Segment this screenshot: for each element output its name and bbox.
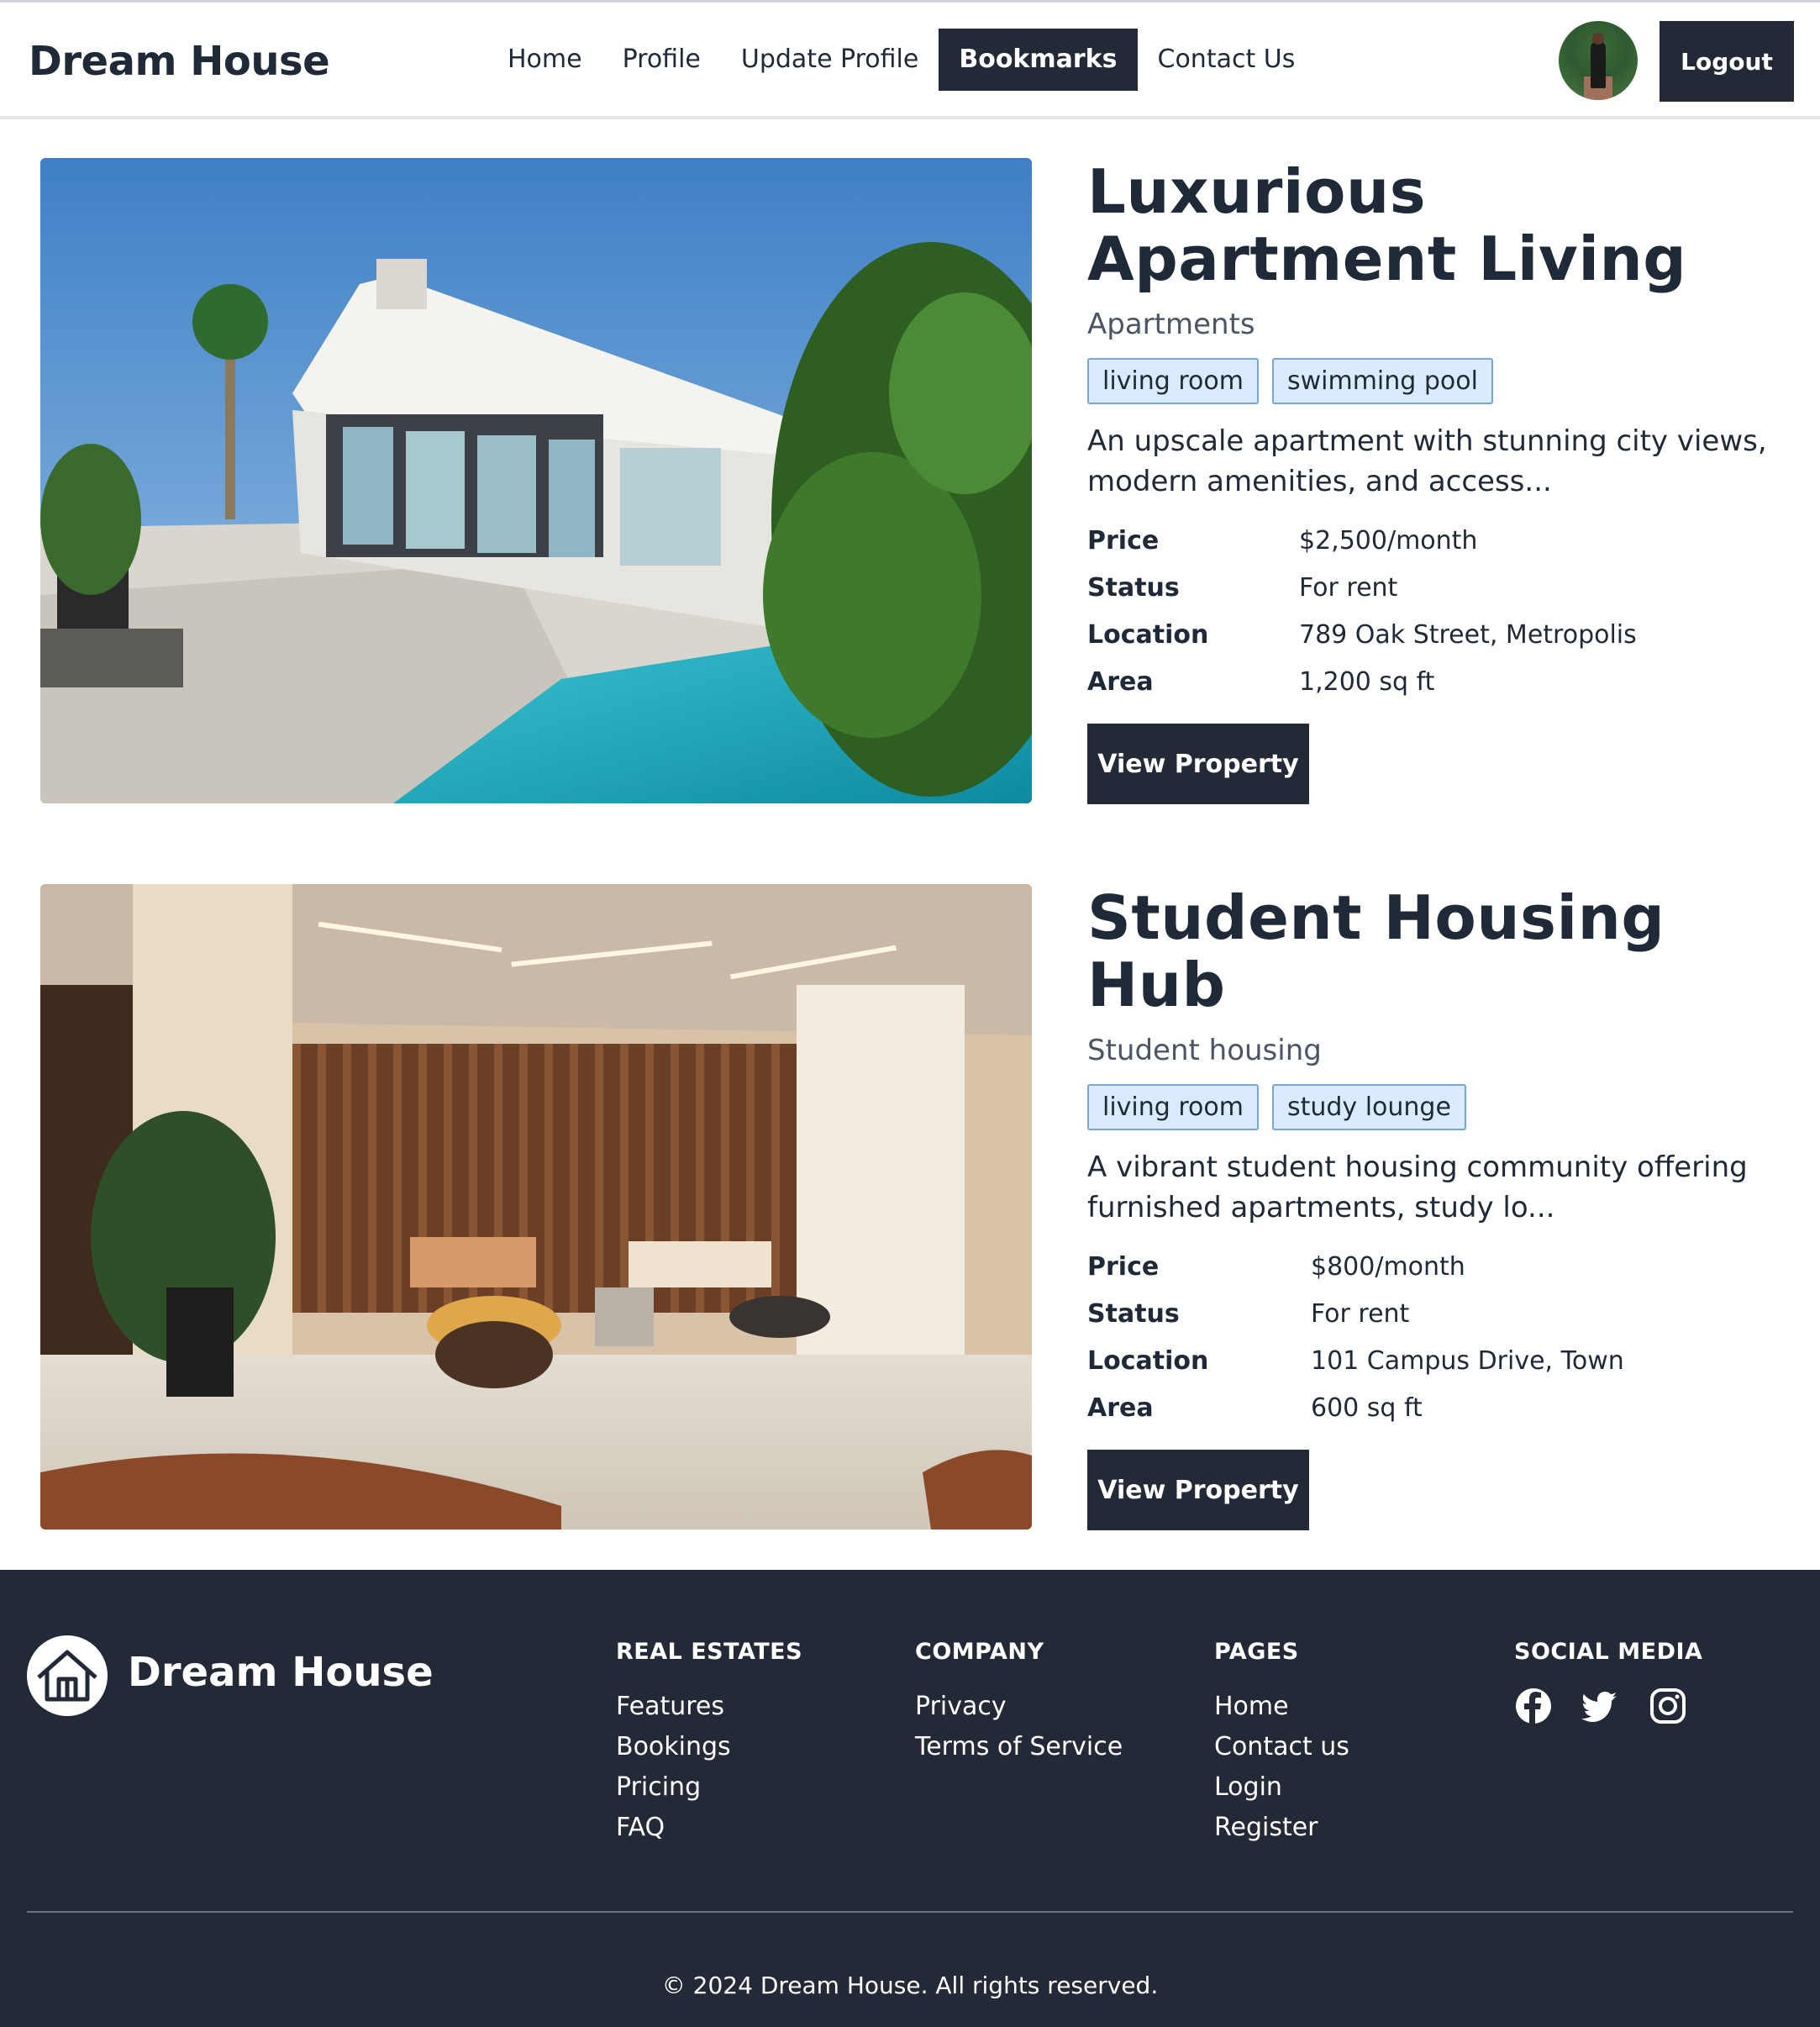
footer-link-pricing[interactable]: Pricing	[616, 1767, 802, 1808]
spec-label: Location	[1087, 619, 1209, 650]
view-property-button[interactable]: View Property	[1087, 724, 1309, 804]
listing-category: Student housing	[1087, 1034, 1322, 1067]
spec-label: Status	[1087, 1298, 1180, 1329]
footer-divider	[27, 1911, 1793, 1913]
footer-col-pages: PAGES Home Contact us Login Register	[1214, 1639, 1349, 1848]
spec-row-status: Status For rent	[1087, 1290, 1793, 1337]
lounge-interior-photo	[40, 884, 1032, 1529]
listing-tags: living room study lounge	[1087, 1084, 1793, 1130]
footer-col-heading: REAL ESTATES	[616, 1639, 803, 1665]
footer-brand[interactable]: Dream House	[128, 1649, 434, 1696]
listing-details: Student Housing Hub Student housing livi…	[1087, 884, 1793, 1530]
social-icons	[1514, 1687, 1702, 1725]
amenity-tag: living room	[1087, 358, 1259, 404]
footer-col-heading: PAGES	[1214, 1639, 1299, 1665]
spec-row-price: Price $2,500/month	[1087, 517, 1793, 564]
spec-row-status: Status For rent	[1087, 564, 1793, 611]
spec-label: Status	[1087, 572, 1180, 603]
navbar: Dream House Home Profile Update Profile …	[0, 3, 1820, 119]
avatar-person	[1591, 41, 1606, 88]
spec-row-location: Location 101 Campus Drive, Town	[1087, 1337, 1793, 1384]
spec-value: 600 sq ft	[1311, 1393, 1423, 1423]
nav-update-profile[interactable]: Update Profile	[721, 29, 939, 91]
facebook-icon[interactable]	[1514, 1687, 1553, 1725]
house-logo-icon[interactable]	[27, 1635, 108, 1716]
listing-specs: Price $2,500/month Status For rent Locat…	[1087, 517, 1793, 705]
spec-value: For rent	[1299, 572, 1398, 603]
user-avatar[interactable]	[1559, 21, 1638, 100]
logout-button[interactable]: Logout	[1660, 21, 1794, 102]
footer-col-heading: COMPANY	[915, 1639, 1044, 1665]
avatar-head	[1592, 33, 1604, 45]
spec-value: 101 Campus Drive, Town	[1311, 1345, 1624, 1376]
nav-contact-us[interactable]: Contact Us	[1138, 29, 1316, 91]
listing-specs: Price $800/month Status For rent Locatio…	[1087, 1243, 1793, 1431]
listing-image[interactable]	[40, 158, 1032, 803]
listing-tags: living room swimming pool	[1087, 358, 1793, 404]
listing-category: Apartments	[1087, 308, 1255, 341]
listing-details: Luxurious Apartment Living Apartments li…	[1087, 158, 1793, 804]
amenity-tag: swimming pool	[1271, 358, 1493, 404]
spec-label: Price	[1087, 1251, 1160, 1282]
footer-col-heading: SOCIAL MEDIA	[1514, 1639, 1703, 1665]
spec-row-area: Area 600 sq ft	[1087, 1384, 1793, 1431]
listing-description: A vibrant student housing community offe…	[1087, 1150, 1748, 1224]
footer-col-company: COMPANY Privacy Terms of Service	[915, 1639, 1123, 1767]
brand-logo-text[interactable]: Dream House	[29, 38, 330, 85]
nav-links: Home Profile Update Profile Bookmarks Co…	[487, 29, 1315, 91]
footer-col-real-estates: REAL ESTATES Features Bookings Pricing F…	[616, 1639, 802, 1848]
footer-link-bookings[interactable]: Bookings	[616, 1727, 802, 1767]
footer-link-privacy[interactable]: Privacy	[915, 1687, 1123, 1727]
amenity-tag: study lounge	[1271, 1084, 1466, 1130]
spec-value: 1,200 sq ft	[1299, 666, 1435, 697]
footer-link-terms[interactable]: Terms of Service	[915, 1727, 1123, 1767]
house-icon	[37, 1650, 97, 1702]
spec-value: 789 Oak Street, Metropolis	[1299, 619, 1637, 650]
spec-label: Area	[1087, 1393, 1154, 1423]
nav-profile[interactable]: Profile	[602, 29, 721, 91]
amenity-tag: living room	[1087, 1084, 1259, 1130]
footer-link-faq[interactable]: FAQ	[616, 1808, 802, 1848]
footer-link-contact-us[interactable]: Contact us	[1214, 1727, 1349, 1767]
spec-label: Price	[1087, 525, 1160, 555]
spec-label: Area	[1087, 666, 1154, 697]
listing-title[interactable]: Student Housing Hub	[1087, 884, 1793, 1019]
footer-col-social: SOCIAL MEDIA	[1514, 1639, 1702, 1725]
nav-bookmarks[interactable]: Bookmarks	[939, 29, 1138, 91]
nav-home[interactable]: Home	[487, 29, 602, 91]
listing-image[interactable]	[40, 884, 1032, 1529]
instagram-icon[interactable]	[1649, 1687, 1687, 1725]
spec-row-price: Price $800/month	[1087, 1243, 1793, 1290]
spec-label: Location	[1087, 1345, 1209, 1376]
listing-description: An upscale apartment with stunning city …	[1087, 424, 1767, 498]
villa-pool-photo	[40, 158, 1032, 803]
footer-link-features[interactable]: Features	[616, 1687, 802, 1727]
spec-value: For rent	[1311, 1298, 1410, 1329]
listing-title[interactable]: Luxurious Apartment Living	[1087, 158, 1793, 292]
view-property-button[interactable]: View Property	[1087, 1450, 1309, 1530]
spec-value: $800/month	[1311, 1251, 1465, 1282]
footer: Dream House REAL ESTATES Features Bookin…	[0, 1570, 1820, 2027]
copyright-text: © 2024 Dream House. All rights reserved.	[661, 1972, 1159, 1999]
footer-link-home[interactable]: Home	[1214, 1687, 1349, 1727]
spec-value: $2,500/month	[1299, 525, 1478, 555]
spec-row-area: Area 1,200 sq ft	[1087, 658, 1793, 705]
footer-link-register[interactable]: Register	[1214, 1808, 1349, 1848]
spec-row-location: Location 789 Oak Street, Metropolis	[1087, 611, 1793, 658]
twitter-icon[interactable]	[1581, 1687, 1620, 1725]
footer-link-login[interactable]: Login	[1214, 1767, 1349, 1808]
